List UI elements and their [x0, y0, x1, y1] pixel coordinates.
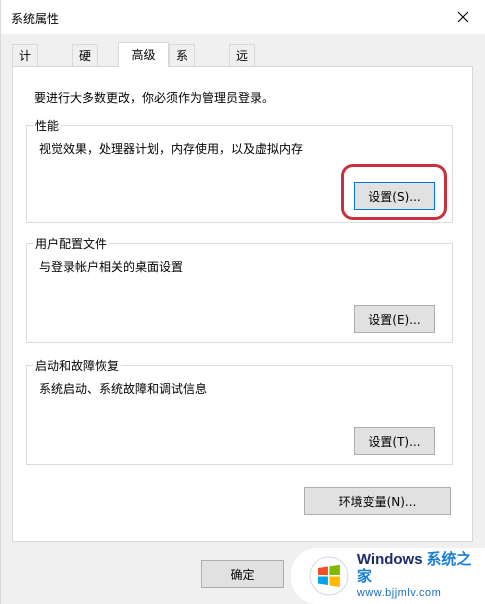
- admin-notice: 要进行大多数更改，你必须作为管理员登录。: [34, 91, 275, 105]
- startup-recovery-group: 启动和故障恢复 系统启动、系统故障和调试信息 设置(T)...: [26, 357, 453, 465]
- ok-button[interactable]: 确定: [201, 560, 284, 588]
- window-title: 系统属性: [11, 12, 60, 26]
- performance-group: 性能 视觉效果，处理器计划，内存使用，以及虚拟内存 设置(S)...: [26, 117, 453, 223]
- watermark-url: www.bjjmlv.com: [356, 587, 442, 599]
- performance-description: 视觉效果，处理器计划，内存使用，以及虚拟内存: [39, 142, 304, 156]
- user-profiles-description: 与登录帐户相关的桌面设置: [39, 260, 184, 274]
- tab-remote[interactable]: 远程: [229, 44, 256, 85]
- user-profiles-group-title: 用户配置文件: [33, 235, 110, 252]
- tab-computer-name[interactable]: 计算机名: [12, 44, 39, 129]
- advanced-tab-panel: 要进行大多数更改，你必须作为管理员登录。 性能 视觉效果，处理器计划，内存使用，…: [12, 66, 473, 542]
- performance-group-title: 性能: [33, 117, 62, 134]
- environment-variables-button[interactable]: 环境变量(N)...: [304, 487, 451, 515]
- tab-advanced[interactable]: 高级: [118, 42, 169, 67]
- user-profiles-settings-button[interactable]: 设置(E)...: [354, 305, 435, 333]
- title-bar: 系统属性: [1, 0, 485, 34]
- system-properties-window: 系统属性 计算机名 硬件 高级 系统保护 远程 要进行大多数更改，你必须作为管理…: [0, 0, 485, 604]
- highlight-circle: [341, 164, 447, 220]
- close-icon: [457, 11, 469, 23]
- watermark-text: Windows 系统之家 www.bjjmlv.com: [357, 551, 485, 601]
- user-profiles-group: 用户配置文件 与登录帐户相关的桌面设置 设置(E)...: [26, 235, 453, 343]
- startup-recovery-description: 系统启动、系统故障和调试信息: [39, 382, 208, 396]
- close-button[interactable]: [440, 0, 485, 34]
- windows-logo-icon: [309, 556, 349, 596]
- tab-hardware[interactable]: 硬件: [72, 44, 99, 85]
- startup-recovery-settings-button[interactable]: 设置(T)...: [354, 427, 435, 455]
- startup-recovery-group-title: 启动和故障恢复: [33, 357, 122, 374]
- watermark: Windows 系统之家 www.bjjmlv.com: [291, 548, 485, 604]
- tab-system-protection[interactable]: 系统保护: [169, 44, 196, 129]
- watermark-brand: Windows: [356, 551, 423, 568]
